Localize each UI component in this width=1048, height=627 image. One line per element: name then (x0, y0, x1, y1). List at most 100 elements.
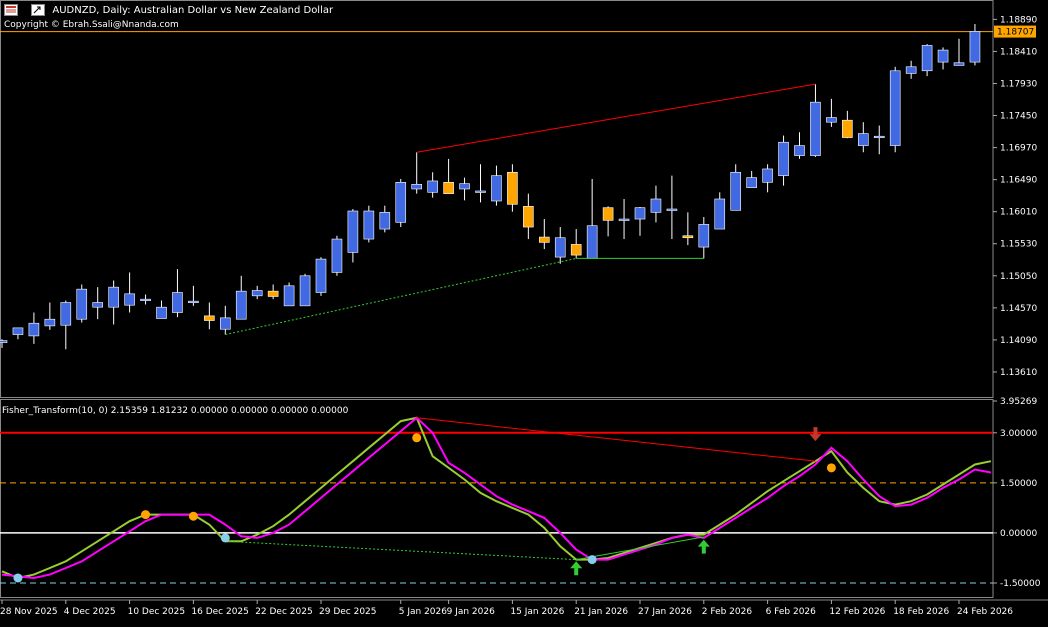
candle-body (395, 182, 407, 223)
price-axis-label: 1.18890 (1000, 15, 1037, 25)
candle-body (842, 119, 853, 138)
candle-body (44, 318, 56, 327)
candle-body (969, 31, 981, 63)
date-axis-label: 21 Jan 2026 (574, 607, 628, 617)
price-chart-window[interactable] (0, 24, 993, 350)
date-axis-label: 12 Feb 2026 (829, 607, 885, 617)
indicator-axis-label: 1.50000 (1000, 479, 1037, 489)
candle-body (108, 286, 119, 308)
price-axis-label: 1.17930 (1000, 79, 1037, 89)
indicator-bearish-divergence-line (416, 417, 816, 462)
price-axis-label: 1.18410 (1000, 47, 1037, 57)
candle-body (363, 210, 375, 240)
candle-body (666, 208, 678, 211)
candle-body (730, 171, 742, 211)
date-axis-label: 6 Feb 2026 (766, 607, 817, 617)
candle-body (937, 49, 949, 63)
chart-title: AUDNZD, Daily: Australian Dollar vs New … (52, 5, 334, 16)
candle-body (586, 225, 598, 259)
candle-body (92, 302, 103, 308)
candle-body (794, 145, 805, 156)
candle-body (538, 236, 550, 243)
current-price-label: 1.18707 (997, 28, 1034, 38)
blue-signal-dot (220, 533, 230, 543)
candle-body (0, 340, 8, 343)
candle-body (124, 293, 135, 306)
indicator-axis-label: 3.95269 (1000, 397, 1037, 407)
candle-body (459, 183, 470, 190)
candle-body (28, 322, 40, 337)
candle-body (12, 327, 24, 335)
chart-window-icon[interactable] (4, 4, 18, 16)
candle-body (60, 302, 72, 326)
candle-body (507, 171, 518, 205)
candle-body (698, 224, 710, 248)
indicator-bullish-divergence-line (576, 536, 704, 561)
price-axis-label: 1.16970 (1000, 144, 1037, 154)
candle-body (570, 244, 582, 256)
price-axis-label: 1.15530 (1000, 240, 1037, 250)
price-axis-label: 1.16010 (1000, 208, 1037, 218)
date-axis-label: 22 Dec 2025 (255, 607, 313, 617)
candle-body (491, 175, 502, 202)
candle-body (746, 177, 757, 188)
candle-body (379, 212, 391, 230)
date-axis-label: 9 Jan 2026 (447, 607, 495, 617)
date-axis-label: 18 Feb 2026 (893, 607, 949, 617)
date-axis-label: 5 Jan 2026 (399, 607, 447, 617)
date-axis-label: 27 Jan 2026 (638, 607, 692, 617)
blue-signal-dot (13, 573, 23, 583)
price-axis-label: 1.14570 (1000, 304, 1037, 314)
candle-body (714, 198, 726, 230)
restore-window-icon[interactable] (31, 4, 46, 16)
trading-chart[interactable]: 1.18890 1.18410 1.17930 1.17450 1.16970 1.164… (0, 0, 1048, 627)
date-axis-label: 2 Feb 2026 (702, 607, 753, 617)
copyright-label: Copyright © Ebrah.Ssali@Nnanda.com (4, 20, 179, 30)
indicator-window-frame (0, 399, 994, 598)
price-axis-label: 1.13610 (1000, 368, 1037, 378)
buy-arrow-icon (697, 539, 710, 554)
bearish-divergence-line (416, 83, 816, 153)
candle-body (188, 300, 199, 303)
date-axis-label: 16 Dec 2025 (191, 607, 249, 617)
indicator-hidden-divergence-line (225, 540, 577, 561)
candle-body (826, 117, 837, 123)
orange-signal-dot (412, 433, 422, 443)
candle-body (220, 317, 231, 330)
date-axis-label: 10 Dec 2025 (128, 607, 186, 617)
orange-signal-dot (141, 510, 151, 520)
signal-line (1, 416, 992, 580)
candle-body (283, 285, 295, 307)
date-axis-label: 15 Jan 2026 (510, 607, 564, 617)
candle-body (235, 290, 247, 320)
candle-body (443, 182, 454, 194)
candle-body (523, 206, 534, 228)
candle-body (953, 62, 965, 66)
buy-arrow-icon (570, 561, 583, 576)
candle-body (905, 66, 917, 74)
sell-arrow-icon (809, 427, 822, 442)
candle-body (331, 238, 343, 273)
indicator-axis-label: -1.50000 (1000, 579, 1041, 589)
candle-body (857, 133, 869, 146)
candle-body (172, 292, 183, 313)
blue-signal-dot (587, 555, 597, 565)
candle-body (140, 298, 151, 301)
orange-signal-dot (188, 511, 198, 521)
indicator-header: Fisher_Transform(10, 0) 2.15359 1.81232 … (2, 406, 349, 416)
date-axis-label: 24 Feb 2026 (957, 607, 1013, 617)
candle-body (618, 218, 630, 221)
price-axis-label: 1.17450 (1000, 112, 1037, 122)
candle-body (267, 290, 279, 297)
fisher-line (1, 416, 992, 580)
candle-body (682, 235, 694, 239)
price-axis-label: 1.16490 (1000, 176, 1037, 186)
candle-body (347, 210, 359, 253)
candle-body (204, 315, 215, 321)
date-axis-label: 29 Dec 2025 (319, 607, 377, 617)
candle-body (602, 207, 614, 221)
candle-body (315, 258, 327, 293)
candle-body (427, 180, 438, 193)
fisher-indicator-window[interactable] (0, 416, 993, 584)
candle-body (650, 198, 662, 213)
